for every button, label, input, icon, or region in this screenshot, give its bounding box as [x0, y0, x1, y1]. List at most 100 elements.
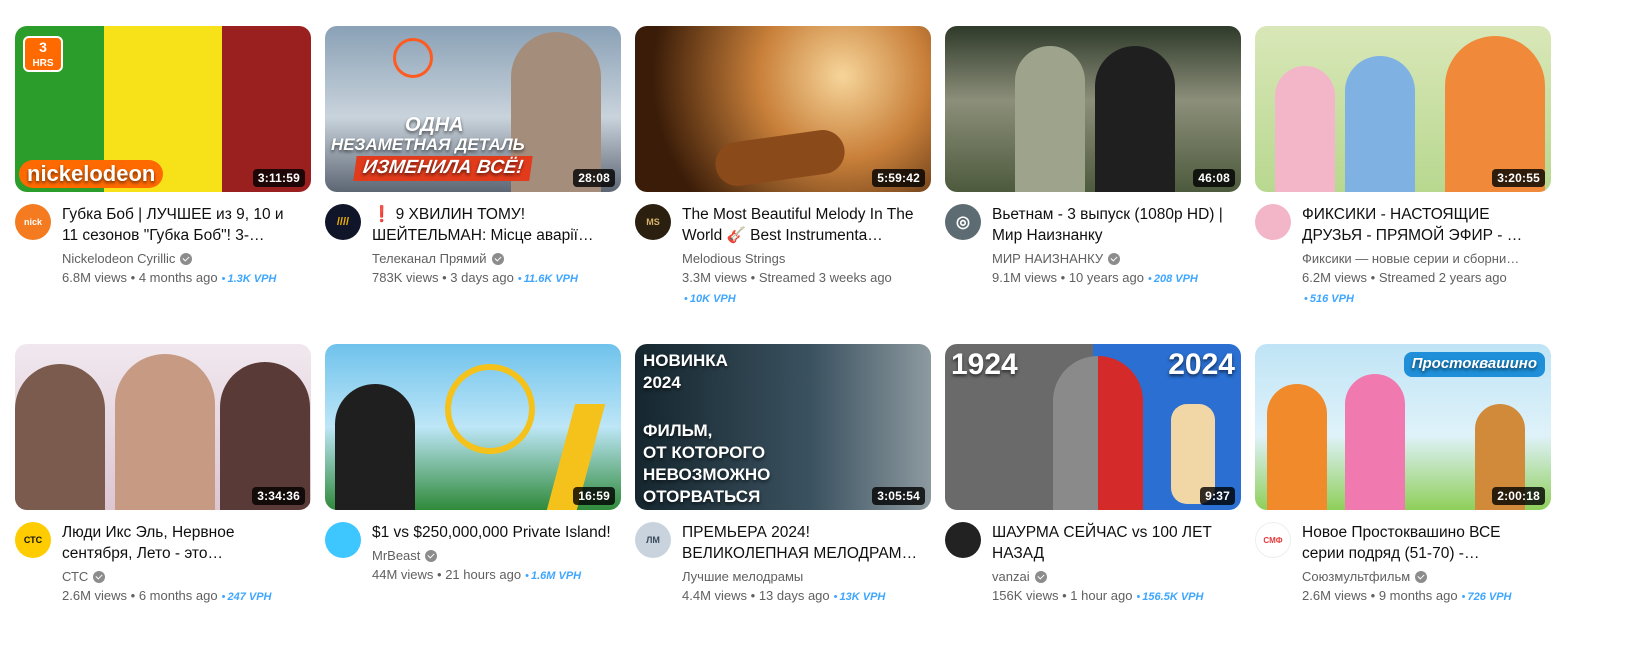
- channel-name[interactable]: vanzai: [992, 568, 1231, 586]
- video-stats: 156K views • 1 hour ago • 156.5K VPH: [992, 588, 1204, 603]
- video-title[interactable]: ❗ 9 ХВИЛИН ТОМУ! ШЕЙТЕЛЬМАН: Місце аварі…: [372, 204, 611, 246]
- verified-check-icon: [93, 571, 106, 583]
- year-left: 1924: [951, 348, 1018, 381]
- video-grid: 3 HRS nickelodeon 3:11:59 nick Губка Боб …: [15, 26, 1635, 662]
- video-card[interactable]: 3 HRS nickelodeon 3:11:59 nick Губка Боб …: [15, 26, 311, 344]
- channel-name[interactable]: Melodious Strings: [682, 250, 921, 268]
- character-mid-shape: [1345, 374, 1405, 510]
- video-thumbnail[interactable]: 46:08: [945, 26, 1241, 192]
- video-thumbnail[interactable]: 3 HRS nickelodeon 3:11:59: [15, 26, 311, 192]
- video-title[interactable]: Люди Икс Эль, Нервное сентября, Лето - э…: [62, 522, 301, 564]
- video-thumbnail[interactable]: ОДНА НЕЗАМЕТНАЯ ДЕТАЛЬ ИЗМЕНИЛА ВСЁ! 28:…: [325, 26, 621, 192]
- channel-name[interactable]: Лучшие мелодрамы: [682, 568, 921, 586]
- video-thumbnail[interactable]: Простоквашино 2:00:18: [1255, 344, 1551, 510]
- channel-avatar[interactable]: [945, 522, 981, 558]
- vph-badge: 13K VPH: [839, 591, 886, 603]
- video-duration: 2:00:18: [1492, 487, 1545, 505]
- video-thumbnail[interactable]: 16:59: [325, 344, 621, 510]
- vph-badge: 726 VPH: [1467, 591, 1512, 603]
- video-duration: 9:37: [1200, 487, 1235, 505]
- video-stats: 4.4M views • 13 days ago • 13K VPH: [682, 588, 886, 603]
- video-title[interactable]: The Most Beautiful Melody In The World 🎸…: [682, 204, 921, 246]
- channel-name[interactable]: Nickelodeon Cyrillic: [62, 250, 301, 268]
- vph-badge: 247 VPH: [227, 591, 272, 603]
- overlay-line-4: ОТ КОТОРОГО: [643, 443, 766, 462]
- channel-avatar[interactable]: nick: [15, 204, 51, 240]
- video-stats: 6.8M views • 4 months ago • 1.3K VPH: [62, 270, 277, 285]
- video-card[interactable]: 5:59:42 MS The Most Beautiful Melody In …: [635, 26, 931, 344]
- guitar-shape: [712, 127, 848, 189]
- overlay-line-6: ОТОРВАТЬСЯ: [643, 487, 761, 506]
- video-card[interactable]: 16:59 $1 vs $250,000,000 Private Island!…: [325, 344, 621, 662]
- video-duration: 28:08: [573, 169, 615, 187]
- vph-badge: 516 VPH: [1309, 293, 1354, 305]
- channel-name[interactable]: Телеканал Прямий: [372, 250, 611, 268]
- video-card[interactable]: НОВИНКА 2024 ФИЛЬМ, ОТ КОТОРОГО НЕВОЗМОЖ…: [635, 344, 931, 662]
- video-thumbnail[interactable]: 5:59:42: [635, 26, 931, 192]
- channel-avatar[interactable]: СТС: [15, 522, 51, 558]
- video-thumbnail[interactable]: НОВИНКА 2024 ФИЛЬМ, ОТ КОТОРОГО НЕВОЗМОЖ…: [635, 344, 931, 510]
- verified-check-icon: [425, 550, 438, 562]
- show-logo-text: Простоквашино: [1403, 352, 1545, 377]
- overlay-line-3: ФИЛЬМ,: [643, 421, 713, 440]
- channel-avatar[interactable]: ◎: [945, 204, 981, 240]
- channel-avatar[interactable]: [1255, 204, 1291, 240]
- channel-name[interactable]: Фиксики — новые серии и сборни…: [1302, 250, 1541, 268]
- channel-avatar[interactable]: ////: [325, 204, 361, 240]
- ferris-wheel-shape: [445, 364, 535, 454]
- video-card[interactable]: 46:08 ◎ Вьетнам - 3 выпуск (1080p HD) | …: [945, 26, 1241, 344]
- vph-badge: 11.6K VPH: [523, 273, 578, 285]
- person-shape: [335, 384, 415, 510]
- video-duration: 3:05:54: [872, 487, 925, 505]
- video-title[interactable]: Вьетнам - 3 выпуск (1080p HD) | Мир Наиз…: [992, 204, 1231, 246]
- channel-name[interactable]: СТС: [62, 568, 301, 586]
- channel-name[interactable]: MrBeast: [372, 547, 611, 565]
- video-title[interactable]: Новое Простоквашино ВСЕ серии подряд (51…: [1302, 522, 1541, 564]
- overlay-line-5: НЕВОЗМОЖНО: [643, 465, 771, 484]
- channel-avatar[interactable]: ЛМ: [635, 522, 671, 558]
- video-card[interactable]: 1924 2024 9:37 ШАУРМА СЕЙЧАС vs 100 ЛЕТ …: [945, 344, 1241, 662]
- video-title[interactable]: Губка Боб | ЛУЧШЕЕ из 9, 10 и 11 сезонов…: [62, 204, 301, 246]
- verified-check-icon: [1108, 253, 1121, 265]
- vph-badge: 156.5K VPH: [1142, 591, 1204, 603]
- video-thumbnail[interactable]: 1924 2024 9:37: [945, 344, 1241, 510]
- video-duration: 3:11:59: [252, 169, 305, 187]
- overlay-line-1: ОДНА: [405, 114, 464, 136]
- video-stats: 3.3M views • Streamed 3 weeks ago • 10K VP…: [682, 270, 892, 305]
- video-title[interactable]: ПРЕМЬЕРА 2024! ВЕЛИКОЛЕПНАЯ МЕЛОДРАМ…: [682, 522, 921, 564]
- character-left-shape: [1275, 66, 1335, 192]
- video-stats: 6.2M views • Streamed 2 years ago • 516 VP…: [1302, 270, 1507, 305]
- video-stats: 2.6M views • 6 months ago • 247 VPH: [62, 588, 272, 603]
- video-stats: 2.6M views • 9 months ago • 726 VPH: [1302, 588, 1512, 603]
- video-card[interactable]: 3:34:36 СТС Люди Икс Эль, Нервное сентяб…: [15, 344, 311, 662]
- video-stats: 44M views • 21 hours ago • 1.6M VPH: [372, 567, 582, 582]
- channel-avatar[interactable]: СМФ: [1255, 522, 1291, 558]
- video-duration: 3:34:36: [252, 487, 305, 505]
- video-title[interactable]: $1 vs $250,000,000 Private Island!: [372, 522, 611, 543]
- highlight-circle-icon: [393, 38, 433, 78]
- verified-check-icon: [1034, 571, 1047, 583]
- channel-name[interactable]: Союзмультфильм: [1302, 568, 1541, 586]
- channel-logo-text: nickelodeon: [19, 159, 164, 188]
- channel-avatar[interactable]: [325, 522, 361, 558]
- video-duration: 16:59: [573, 487, 615, 505]
- overlay-line-2: 2024: [643, 373, 681, 392]
- vph-badge: 1.3K VPH: [227, 273, 277, 285]
- video-thumbnail[interactable]: 3:34:36: [15, 344, 311, 510]
- video-card[interactable]: Простоквашино 2:00:18 СМФ Новое Простокв…: [1255, 344, 1551, 662]
- channel-avatar[interactable]: MS: [635, 204, 671, 240]
- video-title[interactable]: ФИКСИКИ - НАСТОЯЩИЕ ДРУЗЬЯ - ПРЯМОЙ ЭФИР…: [1302, 204, 1541, 246]
- channel-name[interactable]: МИР НАИЗНАНКУ: [992, 250, 1231, 268]
- overlay-line-2: НЕЗАМЕТНАЯ ДЕТАЛЬ: [331, 135, 525, 154]
- overlay-line-1: НОВИНКА: [643, 351, 728, 370]
- verified-check-icon: [1415, 571, 1428, 583]
- video-thumbnail[interactable]: 3:20:55: [1255, 26, 1551, 192]
- video-card[interactable]: ОДНА НЕЗАМЕТНАЯ ДЕТАЛЬ ИЗМЕНИЛА ВСЁ! 28:…: [325, 26, 621, 344]
- video-duration: 46:08: [1193, 169, 1235, 187]
- video-duration: 3:20:55: [1492, 169, 1545, 187]
- video-title[interactable]: ШАУРМА СЕЙЧАС vs 100 ЛЕТ НАЗАД: [992, 522, 1231, 564]
- vph-badge: 10K VPH: [689, 293, 736, 305]
- video-duration: 5:59:42: [872, 169, 925, 187]
- year-right: 2024: [1168, 348, 1235, 381]
- video-card[interactable]: 3:20:55 ФИКСИКИ - НАСТОЯЩИЕ ДРУЗЬЯ - ПРЯ…: [1255, 26, 1551, 344]
